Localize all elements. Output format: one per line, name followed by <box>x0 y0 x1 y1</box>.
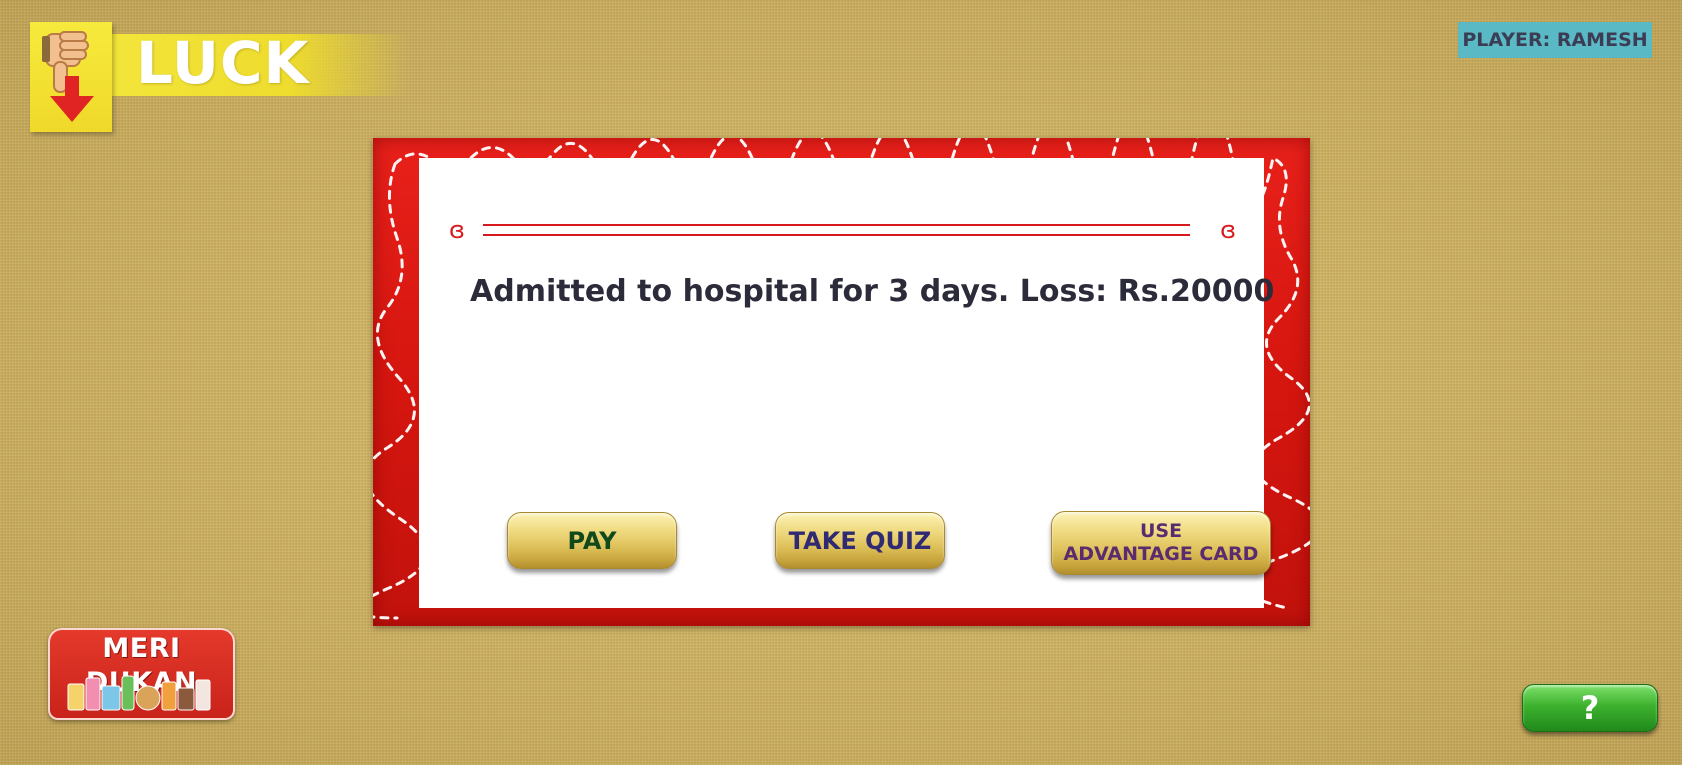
help-button[interactable]: ? <box>1522 684 1658 732</box>
scroll-right-icon: ɞ <box>1220 216 1236 244</box>
scroll-left-icon: ɞ <box>449 216 465 244</box>
use-advantage-card-button[interactable]: USE ADVANTAGE CARD <box>1051 511 1271 575</box>
ornament-divider: ɞ ɞ <box>449 215 1236 245</box>
event-message: Admitted to hospital for 3 days. Loss: R… <box>470 274 1275 309</box>
card-content: ɞ ɞ Admitted to hospital for 3 days. Los… <box>419 158 1275 608</box>
luck-title: LUCK <box>136 29 310 97</box>
advantage-button-line1: USE <box>1139 520 1183 542</box>
divider-line-bottom <box>483 234 1190 236</box>
thumbs-down-arrow-icon <box>42 31 94 122</box>
event-card: ɞ ɞ Admitted to hospital for 3 days. Los… <box>373 138 1310 626</box>
take-quiz-button[interactable]: TAKE QUIZ <box>775 512 945 569</box>
player-label: PLAYER: RAMESH <box>1458 22 1652 58</box>
pay-button[interactable]: PAY <box>507 512 677 569</box>
luck-icon-box <box>30 22 112 132</box>
divider-line-top <box>483 224 1190 226</box>
advantage-button-line2: ADVANTAGE CARD <box>1063 543 1259 565</box>
grocery-items-icon <box>67 675 211 711</box>
meri-dukan-logo: MERI DUKAN <box>48 628 235 720</box>
